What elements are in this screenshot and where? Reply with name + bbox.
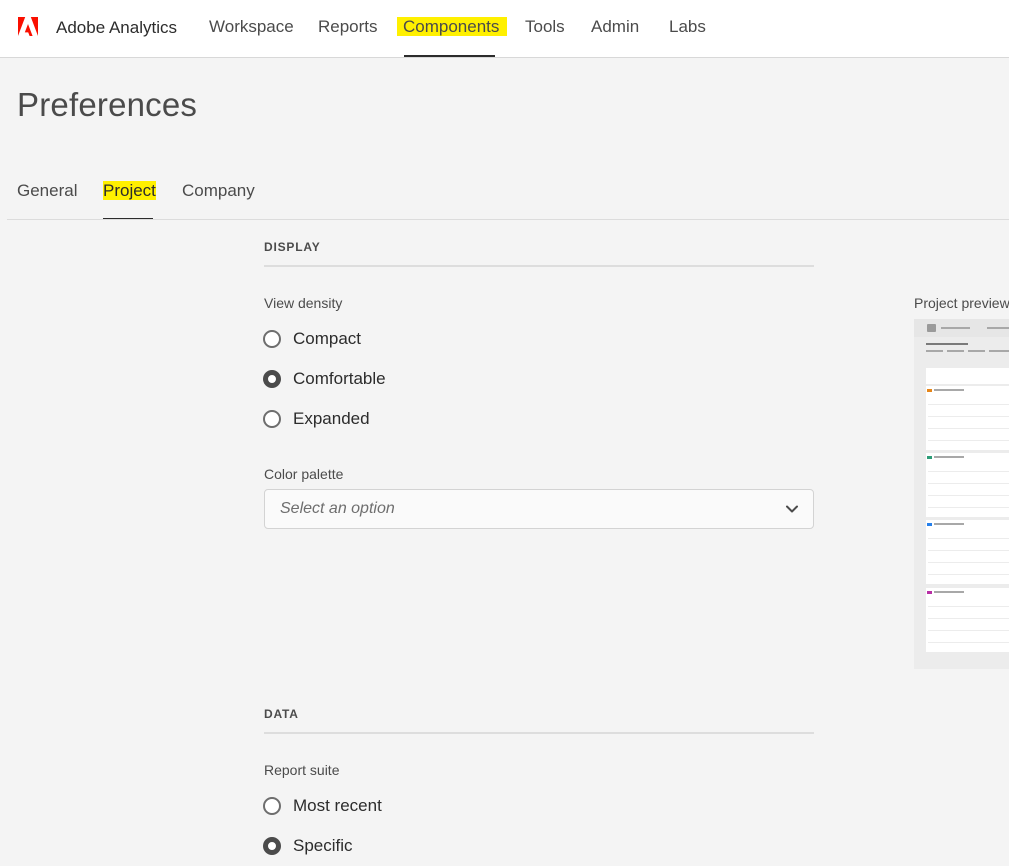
- preview-line: [987, 327, 1009, 329]
- preview-toolbar-square: [927, 324, 936, 332]
- preview-row: [928, 507, 1009, 508]
- preview-line: [968, 350, 985, 352]
- radio-label: Expanded: [293, 409, 370, 428]
- data-section-divider: [264, 732, 814, 734]
- preview-row: [928, 642, 1009, 643]
- radio-expanded[interactable]: Expanded: [263, 407, 370, 431]
- display-section-divider: [264, 265, 814, 267]
- radio-button[interactable]: [263, 330, 281, 348]
- preview-row: [928, 404, 1009, 405]
- tab-project-label: Project: [103, 181, 156, 200]
- preview-line: [947, 350, 964, 352]
- data-section-heading: DATA: [264, 707, 299, 721]
- radio-label: Comfortable: [293, 369, 386, 388]
- tabs-divider: [7, 219, 1009, 220]
- nav-item-labs[interactable]: Labs: [669, 17, 706, 37]
- tab-company[interactable]: Company: [182, 181, 255, 201]
- page-title: Preferences: [17, 86, 198, 123]
- preview-row: [928, 606, 1009, 607]
- preview-accent: [927, 456, 932, 459]
- preview-line: [926, 350, 943, 352]
- radio-label: Specific: [293, 836, 353, 855]
- nav-item-admin[interactable]: Admin: [591, 17, 639, 37]
- preview-accent: [927, 389, 932, 392]
- preview-line: [989, 350, 1009, 352]
- preview-row: [928, 538, 1009, 539]
- preview-row: [928, 495, 1009, 496]
- radio-comfortable[interactable]: Comfortable: [263, 367, 386, 391]
- preview-line: [934, 591, 964, 593]
- radio-label: Compact: [293, 329, 362, 348]
- tab-general[interactable]: General: [17, 181, 77, 201]
- radio-most-recent[interactable]: Most recent: [263, 794, 382, 818]
- radio-button-checked[interactable]: [263, 837, 281, 855]
- preview-line: [934, 523, 964, 525]
- preview-line: [926, 343, 968, 345]
- project-preview-label: Project preview: [914, 295, 1009, 311]
- preview-row: [928, 630, 1009, 631]
- preview-panel: [926, 368, 1009, 384]
- nav-item-tools[interactable]: Tools: [525, 17, 565, 37]
- preview-accent: [927, 591, 932, 594]
- preview-accent: [927, 523, 932, 526]
- adobe-logo-icon[interactable]: [18, 17, 38, 36]
- color-palette-label: Color palette: [264, 466, 344, 482]
- nav-item-workspace[interactable]: Workspace: [209, 17, 294, 37]
- chevron-down-icon[interactable]: [785, 502, 799, 516]
- radio-compact[interactable]: Compact: [263, 327, 361, 351]
- top-nav-bar: Adobe Analytics Workspace Reports Compon…: [0, 0, 1009, 58]
- preview-row: [928, 416, 1009, 417]
- app-name[interactable]: Adobe Analytics: [56, 18, 177, 38]
- preview-row: [928, 428, 1009, 429]
- select-placeholder: Select an option: [280, 500, 395, 517]
- preview-row: [928, 562, 1009, 563]
- radio-button-checked[interactable]: [263, 370, 281, 388]
- preview-row: [928, 440, 1009, 441]
- nav-item-components[interactable]: Components: [397, 17, 508, 37]
- report-suite-label: Report suite: [264, 762, 340, 778]
- nav-item-reports[interactable]: Reports: [318, 17, 378, 37]
- preview-row: [928, 618, 1009, 619]
- view-density-label: View density: [264, 295, 343, 311]
- radio-button[interactable]: [263, 797, 281, 815]
- preview-row: [928, 574, 1009, 575]
- nav-item-components-label: Components: [397, 17, 508, 36]
- display-section-heading: DISPLAY: [264, 240, 321, 254]
- radio-specific[interactable]: Specific: [263, 834, 353, 858]
- preview-line: [934, 456, 964, 458]
- tab-project[interactable]: Project: [103, 181, 156, 201]
- preview-row: [928, 471, 1009, 472]
- radio-button[interactable]: [263, 410, 281, 428]
- preview-line: [934, 389, 964, 391]
- nav-active-indicator: [404, 55, 495, 57]
- color-palette-select[interactable]: Select an option: [264, 489, 814, 529]
- radio-label: Most recent: [293, 796, 382, 815]
- preview-row: [928, 550, 1009, 551]
- preview-row: [928, 483, 1009, 484]
- preview-line: [941, 327, 970, 329]
